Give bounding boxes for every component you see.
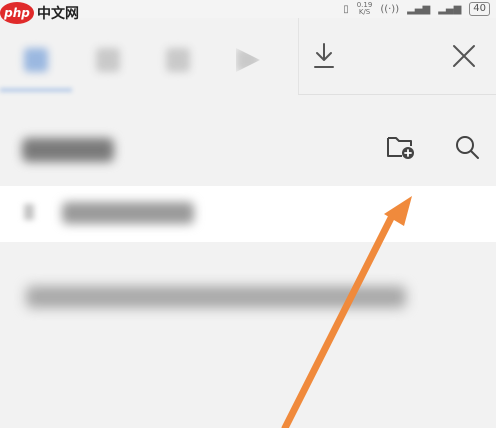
- chevron-left-icon: [24, 204, 34, 220]
- folder-row[interactable]: [0, 186, 496, 242]
- network-speed: 0.19 K/S: [357, 2, 373, 16]
- close-button[interactable]: [448, 40, 480, 72]
- download-button[interactable]: [308, 40, 340, 72]
- search-button[interactable]: [450, 130, 484, 164]
- tab-icon-3[interactable]: [166, 48, 190, 72]
- arrow-shaft: [281, 212, 396, 428]
- status-icons: ▯ 0.19 K/S ((·)) ▂▄▆ ▂▄▆ 40: [343, 0, 490, 18]
- folder-add-icon: [387, 137, 414, 159]
- download-icon: [314, 43, 334, 68]
- signal-icon-2: ▂▄▆: [438, 3, 462, 15]
- page-title: [22, 138, 114, 162]
- folder-row-label: [62, 202, 194, 224]
- tab-icon-1[interactable]: [24, 48, 48, 72]
- network-speed-unit: K/S: [358, 8, 371, 16]
- tab-icon-4[interactable]: [236, 48, 260, 72]
- hotspot-icon: ((·)): [380, 3, 400, 15]
- vibrate-icon: ▯: [343, 3, 349, 15]
- empty-state-hint: [26, 286, 406, 308]
- active-tab-indicator: [0, 88, 72, 92]
- close-icon: [453, 45, 475, 67]
- battery-indicator: 40: [469, 2, 490, 16]
- tab-icon-2[interactable]: [96, 48, 120, 72]
- top-toolbar: [298, 18, 496, 95]
- favorites-header: [0, 112, 496, 182]
- signal-icon-1: ▂▄▆: [407, 3, 431, 15]
- new-folder-button[interactable]: [384, 130, 418, 164]
- search-icon: [456, 136, 479, 159]
- toolbar-divider: [298, 18, 299, 94]
